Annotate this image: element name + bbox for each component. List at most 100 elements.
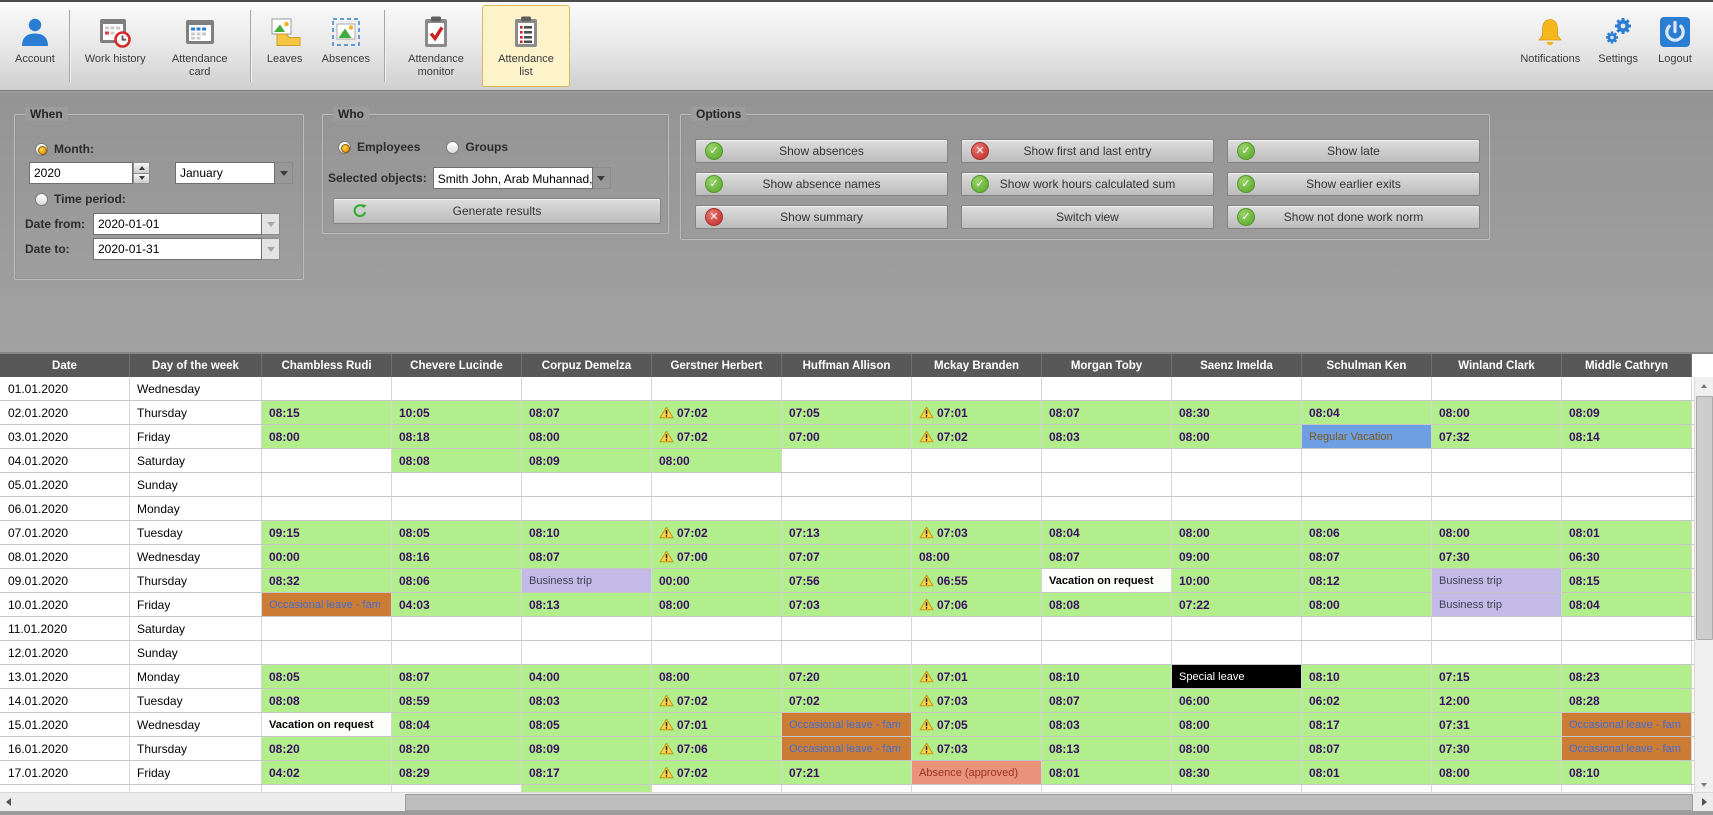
option-show-summary-button[interactable]: ✕Show summary <box>695 205 948 229</box>
warning-icon <box>919 574 934 587</box>
absence-cell: Business trip <box>522 569 652 593</box>
attendance-cell: 08:28 <box>1562 689 1692 713</box>
absence-cell: Business trip <box>1432 569 1562 593</box>
warning-icon <box>659 694 674 707</box>
scroll-up-icon[interactable] <box>1695 377 1713 394</box>
entry-time: 04:03 <box>399 598 430 612</box>
date-to-input[interactable] <box>93 238 262 260</box>
option-button-label: Switch view <box>962 210 1213 224</box>
entry-time: 07:06 <box>937 598 968 612</box>
clipboard-check-icon <box>418 13 454 51</box>
attendance-table: DateDay of the weekChambless RudiChevere… <box>0 352 1713 811</box>
vertical-scrollbar-thumb[interactable] <box>1696 396 1713 640</box>
option-show-first-and-last-entry-button[interactable]: ✕Show first and last entry <box>961 139 1214 163</box>
attendance-cell: 04:03 <box>392 593 522 617</box>
selected-objects-arrow-icon[interactable] <box>593 167 611 189</box>
attendance-cell: 08:04 <box>392 713 522 737</box>
option-show-earlier-exits-button[interactable]: ✓Show earlier exits <box>1227 172 1480 196</box>
empty-cell <box>1432 641 1562 665</box>
entry-time: 08:23 <box>1569 670 1600 684</box>
toolbar-button-attendance-monitor[interactable]: Attendance monitor <box>392 5 480 87</box>
attendance-cell: 10:05 <box>392 401 522 425</box>
option-show-late-button[interactable]: ✓Show late <box>1227 139 1480 163</box>
spinner-down-icon[interactable] <box>133 173 150 185</box>
warning-icon <box>919 694 934 707</box>
toolbar-button-logout[interactable]: Logout <box>1648 5 1702 87</box>
option-show-not-done-work-norm-button[interactable]: ✓Show not done work norm <box>1227 205 1480 229</box>
generate-results-button[interactable]: Generate results <box>333 198 661 224</box>
table-row: 15.01.2020WednesdayVacation on request08… <box>0 713 1713 737</box>
entry-time: 08:20 <box>269 742 300 756</box>
scroll-right-icon[interactable] <box>1696 793 1713 811</box>
month-select-value[interactable]: January <box>175 162 275 184</box>
column-header-chevere-lucinde: Chevere Lucinde <box>392 354 522 377</box>
option-show-work-hours-calculated-sum-button[interactable]: ✓Show work hours calculated sum <box>961 172 1214 196</box>
day-cell: Saturday <box>130 617 262 641</box>
month-select-arrow-icon[interactable] <box>275 162 293 184</box>
toolbar-button-notifications[interactable]: Notifications <box>1512 5 1588 87</box>
employees-radio[interactable] <box>338 141 351 154</box>
option-button-label: Show late <box>1228 144 1479 158</box>
toolbar-button-label: Account <box>15 53 55 66</box>
attendance-cell: 07:22 <box>1172 593 1302 617</box>
attendance-cell: 08:06 <box>1302 521 1432 545</box>
year-spinner[interactable] <box>133 162 150 184</box>
absence-cell: Regular Vacation <box>1302 425 1432 449</box>
user-icon <box>17 13 53 51</box>
option-button-label: Show first and last entry <box>962 144 1213 158</box>
warning-icon <box>919 526 934 539</box>
power-icon <box>1657 13 1693 51</box>
time-period-radio-label: Time period: <box>54 192 126 206</box>
toolbar-button-work-history[interactable]: Work history <box>77 5 154 87</box>
entry-time: 08:13 <box>529 598 560 612</box>
attendance-cell: 07:03 <box>782 593 912 617</box>
entry-time: 10:00 <box>1179 574 1210 588</box>
entry-time: 09:15 <box>269 526 300 540</box>
toolbar-button-leaves[interactable]: Leaves <box>258 5 312 87</box>
toolbar-button-attendance-list[interactable]: Attendance list <box>482 5 570 87</box>
attendance-cell: 06:55 <box>912 569 1042 593</box>
toolbar-button-absences[interactable]: Absences <box>314 5 378 87</box>
column-header-mckay-branden: Mckay Branden <box>912 354 1042 377</box>
bell-icon <box>1532 13 1568 51</box>
table-row: 09.01.2020Thursday08:3208:06Business tri… <box>0 569 1713 593</box>
entry-time: 08:07 <box>529 406 560 420</box>
scroll-down-icon[interactable] <box>1695 776 1713 793</box>
selected-objects-value[interactable]: Smith John, Arab Muhannad, Arispe An <box>433 167 593 189</box>
time-period-radio-row: Time period: <box>35 192 126 206</box>
entry-time: 07:07 <box>789 550 820 564</box>
entry-time: 07:30 <box>1439 550 1470 564</box>
option-show-absence-names-button[interactable]: ✓Show absence names <box>695 172 948 196</box>
option-button-label: Show absence names <box>696 177 947 191</box>
spinner-up-icon[interactable] <box>133 162 150 173</box>
empty-cell <box>912 497 1042 521</box>
attendance-cell: 07:56 <box>782 569 912 593</box>
scroll-left-icon[interactable] <box>0 793 17 811</box>
empty-cell <box>912 641 1042 665</box>
empty-cell <box>522 497 652 521</box>
year-input[interactable] <box>29 162 133 184</box>
date-cell: 08.01.2020 <box>0 545 130 569</box>
toolbar-button-account[interactable]: Account <box>7 5 63 87</box>
vertical-scrollbar[interactable] <box>1694 377 1713 793</box>
option-switch-view-button[interactable]: Switch view <box>961 205 1214 229</box>
option-show-absences-button[interactable]: ✓Show absences <box>695 139 948 163</box>
month-radio[interactable] <box>35 143 48 156</box>
empty-cell <box>522 473 652 497</box>
date-from-input[interactable] <box>93 213 262 235</box>
entry-time: 08:10 <box>1049 670 1080 684</box>
entry-time: 08:16 <box>399 550 430 564</box>
empty-cell <box>1302 473 1432 497</box>
entry-time: 07:30 <box>1439 742 1470 756</box>
entry-time: 08:20 <box>399 742 430 756</box>
time-period-radio[interactable] <box>35 193 48 206</box>
date-cell: 13.01.2020 <box>0 665 130 689</box>
toolbar-button-settings[interactable]: Settings <box>1590 5 1646 87</box>
horizontal-scrollbar-thumb[interactable] <box>405 794 1693 811</box>
toolbar-button-attendance-card[interactable]: Attendance card <box>156 5 244 87</box>
day-cell: Saturday <box>130 449 262 473</box>
groups-radio[interactable] <box>446 141 459 154</box>
entry-time: 08:04 <box>1569 598 1600 612</box>
attendance-cell: 08:15 <box>1562 569 1692 593</box>
horizontal-scrollbar[interactable] <box>0 792 1713 811</box>
